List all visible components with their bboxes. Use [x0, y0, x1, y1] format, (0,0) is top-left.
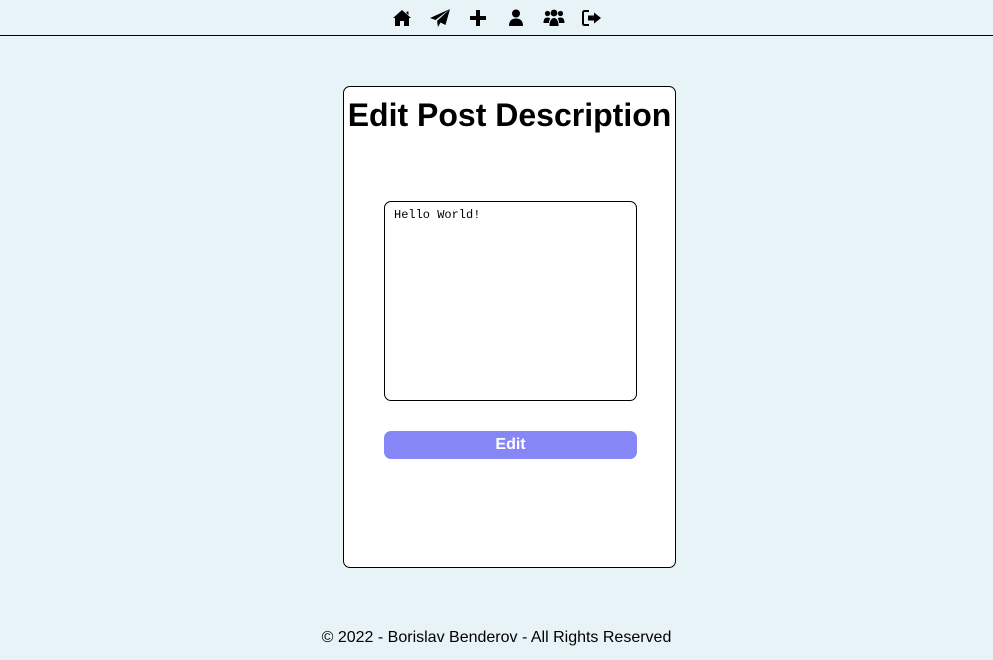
edit-post-card: Edit Post Description Hello World! Edit	[343, 86, 676, 568]
page-title: Edit Post Description	[347, 97, 672, 133]
users-icon	[543, 9, 564, 26]
home-icon	[392, 9, 411, 26]
user-icon	[508, 9, 523, 26]
footer-copyright: © 2022 - Borislav Benderov - All Rights …	[321, 629, 672, 646]
description-textarea[interactable]: Hello World!	[384, 201, 637, 401]
sign-out-icon	[581, 9, 601, 26]
plus-icon	[469, 9, 486, 26]
nav-users-link[interactable]	[541, 5, 567, 31]
top-navbar	[0, 0, 993, 36]
paper-plane-icon	[429, 8, 450, 27]
nav-add-link[interactable]	[465, 5, 491, 31]
nav-create-post-link[interactable]	[427, 5, 453, 31]
nav-profile-link[interactable]	[503, 5, 529, 31]
nav-home-link[interactable]	[389, 5, 415, 31]
nav-logout-link[interactable]	[579, 5, 605, 31]
edit-button[interactable]: Edit	[384, 431, 637, 459]
